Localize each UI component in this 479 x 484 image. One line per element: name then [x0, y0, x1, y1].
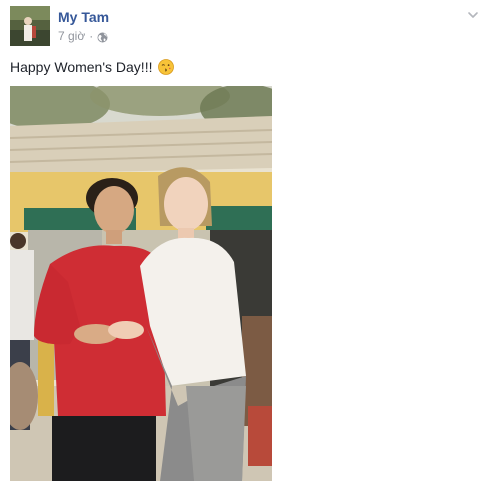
post-timestamp[interactable]: 7 giờ	[58, 28, 85, 44]
photo-image	[10, 86, 272, 481]
kissing-face-emoji	[158, 59, 175, 75]
globe-icon[interactable]	[97, 31, 108, 42]
facebook-post: My Tam 7 giờ · Happy Women's Day!!!	[0, 0, 479, 484]
chevron-down-icon[interactable]	[467, 8, 479, 20]
author-avatar[interactable]	[10, 6, 50, 46]
post-photo[interactable]	[10, 86, 272, 481]
caption-text: Happy Women's Day!!!	[10, 59, 153, 75]
avatar-image	[10, 6, 50, 46]
post-caption: Happy Women's Day!!!	[10, 58, 175, 76]
author-name[interactable]: My Tam	[58, 8, 109, 26]
meta-separator: ·	[89, 29, 94, 43]
post-meta: 7 giờ ·	[58, 28, 108, 44]
